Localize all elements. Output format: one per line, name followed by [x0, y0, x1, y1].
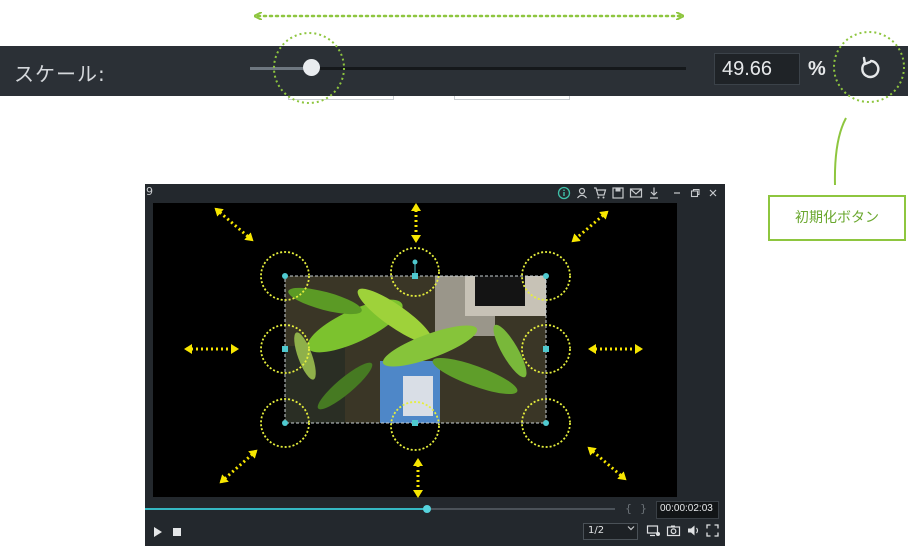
- reset-icon: [861, 56, 880, 79]
- reset-button[interactable]: [854, 52, 886, 84]
- callout-label: 初期化ボタン: [795, 210, 879, 226]
- hidden-control-edge: [454, 96, 570, 100]
- close-icon[interactable]: [706, 186, 720, 200]
- scale-slider-thumb[interactable]: [302, 59, 320, 76]
- callout-connector: [833, 117, 847, 186]
- plant-photo: [285, 276, 546, 423]
- chevron-down-icon: [627, 524, 635, 535]
- mark-out-button[interactable]: }: [640, 502, 647, 515]
- timeline-playhead[interactable]: [423, 505, 431, 513]
- play-icon: [154, 527, 162, 537]
- user-icon[interactable]: [575, 186, 589, 200]
- mail-icon[interactable]: [629, 186, 643, 200]
- stop-button[interactable]: [173, 528, 181, 536]
- quality-value: 1/2: [588, 525, 605, 536]
- scale-label: スケール:: [14, 62, 106, 86]
- timecode-text: 00:00:02:03: [660, 503, 713, 514]
- minimize-icon[interactable]: [670, 186, 684, 200]
- hidden-control-edge: [288, 96, 394, 100]
- download-icon[interactable]: [647, 186, 661, 200]
- play-button[interactable]: [153, 526, 163, 541]
- cart-icon[interactable]: [593, 186, 607, 200]
- scale-value-text: 49.66: [722, 58, 773, 80]
- restore-icon[interactable]: [688, 186, 702, 200]
- timeline-progress: [145, 508, 427, 510]
- percent-unit: %: [808, 58, 826, 80]
- display-icon[interactable]: [646, 523, 661, 538]
- fullscreen-icon[interactable]: [705, 523, 720, 538]
- video-frame-image[interactable]: [285, 276, 546, 423]
- scale-slider-fill: [250, 67, 312, 70]
- volume-icon[interactable]: [686, 523, 701, 538]
- info-icon[interactable]: [557, 186, 571, 200]
- snapshot-icon[interactable]: [666, 523, 681, 538]
- window-number: 9: [146, 185, 153, 198]
- save-icon[interactable]: [611, 186, 625, 200]
- mark-in-button[interactable]: {: [625, 502, 632, 515]
